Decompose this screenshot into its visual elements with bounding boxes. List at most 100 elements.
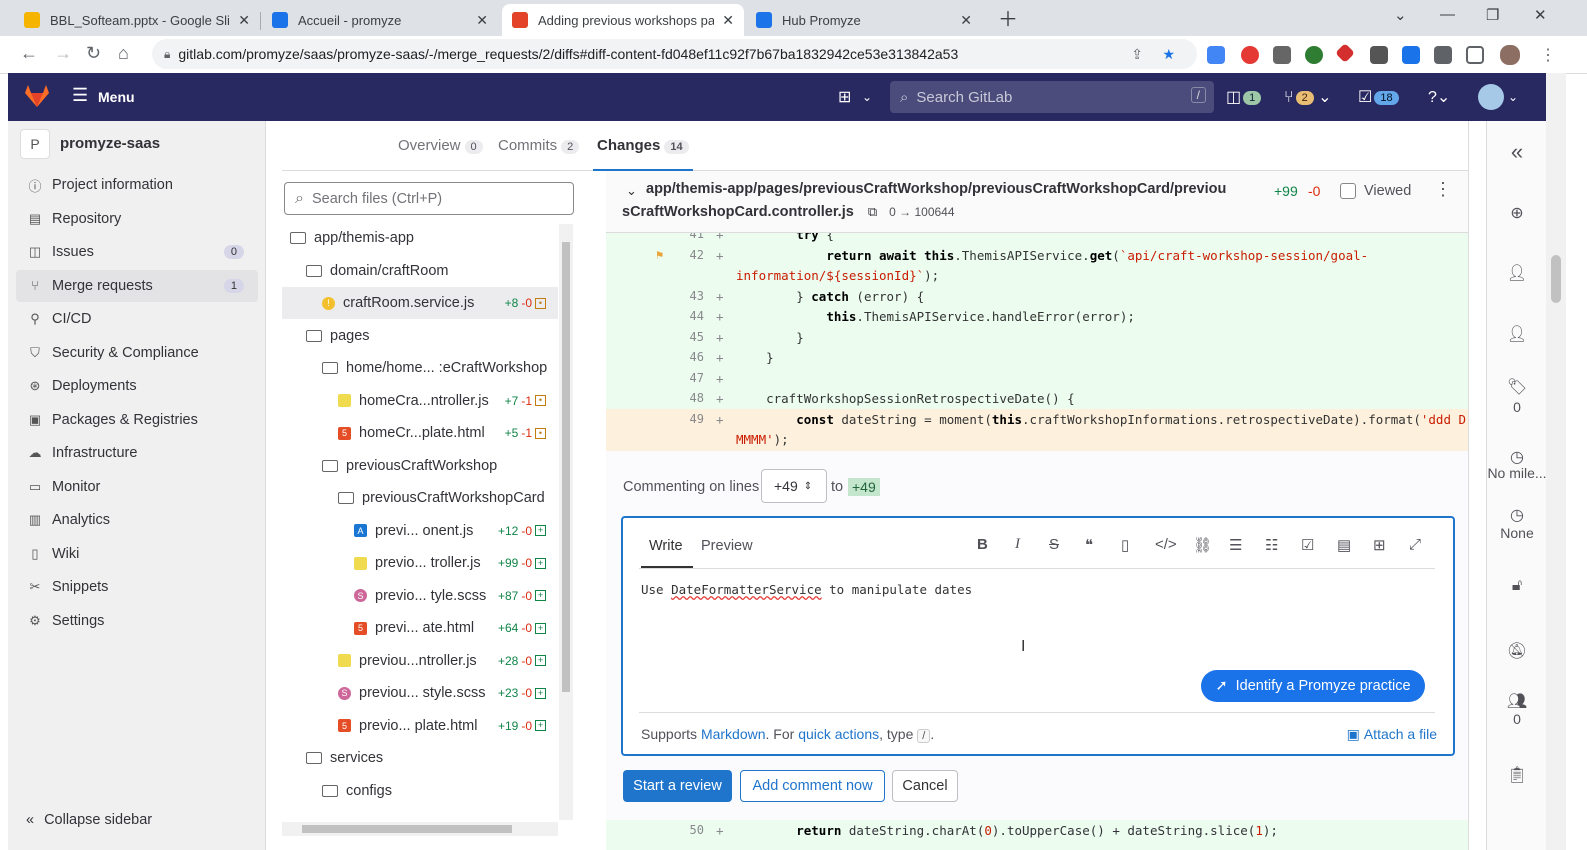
diff-file-path-cont[interactable]: sCraftWorkshopCard.controller.js ⧉ 0 → 1… [622,204,955,220]
maximize-icon[interactable]: ❐ [1486,6,1499,24]
comment-textarea[interactable]: Use DateFormatterService to manipulate d… [641,582,972,597]
todos-header-button[interactable]: ☑ 18 [1358,87,1399,107]
viewed-checkbox[interactable] [1340,183,1356,199]
file-tree-horizontal-scrollbar[interactable] [282,822,558,836]
chevron-down-icon[interactable]: ⌄ [626,183,637,199]
diff-file-path[interactable]: app/themis-app/pages/previousCraftWorksh… [646,181,1226,197]
quote-icon[interactable]: ❝ [1085,536,1093,554]
tab-search-chevron-icon[interactable]: ⌄ [1394,6,1407,24]
home-icon[interactable]: ⌂ [118,43,129,64]
sidebar-item-merge-requests[interactable]: ⑂ Merge requests 1 [16,269,258,302]
more-vertical-icon[interactable]: ⋮ [1434,179,1452,200]
labels-icon[interactable]: 🏷︎ [1487,377,1547,397]
todo-add-icon[interactable]: ⊕ [1487,203,1547,223]
tree-folder[interactable]: domain/craftRoom [282,255,558,287]
add-comment-now-button[interactable]: Add comment now [740,770,885,802]
sidebar-item-infrastructure[interactable]: ☁ Infrastructure [16,437,258,469]
back-icon[interactable]: ← [20,43,38,64]
sidebar-item-ci-cd[interactable]: ⚲ CI/CD [16,303,258,335]
tree-folder[interactable]: app/themis-app [282,222,558,254]
avatar[interactable] [1500,45,1520,65]
sidebar-item-project-information[interactable]: ⓘ Project information [16,169,258,201]
quick-actions-link[interactable]: quick actions [798,726,879,742]
bold-icon[interactable]: B [977,536,988,553]
sidebar-item-settings[interactable]: ⚙ Settings [16,605,258,637]
sidebar-item-security-compliance[interactable]: ⛉ Security & Compliance [16,337,258,369]
numbered-list-icon[interactable]: ☷ [1265,536,1278,554]
file-search-input[interactable]: ⌕ Search files (Ctrl+P) [284,182,574,215]
user-avatar[interactable] [1478,84,1504,110]
puzzle-extensions-icon[interactable] [1434,46,1452,64]
copy-reference-icon[interactable]: 📋︎ [1487,765,1547,785]
minimize-icon[interactable]: — [1440,6,1455,23]
reload-icon[interactable]: ↻ [86,43,101,64]
close-tab-icon[interactable]: ✕ [722,12,734,29]
collapse-sidebar-button[interactable]: « Collapse sidebar [26,812,152,828]
browser-tab-slides[interactable]: BBL_Softeam.pptx - Google Slide ✕ [14,4,260,36]
tab-changes[interactable]: Changes 14 [593,137,693,171]
tree-file[interactable]: previo... troller.js +99 -0 + [282,547,558,579]
identify-promyze-practice-button[interactable]: ➚ Identify a Promyze practice [1201,670,1425,702]
italic-icon[interactable]: I [1015,536,1020,553]
chevron-down-icon[interactable]: ⌄ [1508,90,1518,104]
code-file-icon[interactable]: ▯ [1121,536,1129,554]
sidebar-item-repository[interactable]: ▤ Repository [16,203,258,235]
promyze-marker-icon[interactable]: ⚑ [656,248,663,262]
line-number[interactable]: 45 [658,330,704,344]
tree-folder[interactable]: configs [282,775,558,807]
task-list-icon[interactable]: ☑ [1301,536,1314,554]
sidebar-item-monitor[interactable]: ▭ Monitor [16,471,258,503]
file-tree-scrollbar[interactable] [559,224,573,820]
sidebar-item-snippets[interactable]: ✂ Snippets [16,571,258,603]
line-number[interactable]: 44 [658,309,704,323]
browser-tab-hub[interactable]: Hub Promyze ✕ [746,4,982,36]
line-range-select[interactable]: +49 ⇕ [761,469,827,503]
attach-file-button[interactable]: ▣ Attach a file [1347,726,1437,743]
tree-folder[interactable]: pages [282,320,558,352]
menu-label[interactable]: Menu [98,89,135,105]
tree-file[interactable]: Sprevio... tyle.scss +87 -0 + [282,580,558,612]
tree-file[interactable]: 5 previ... ate.html +64 -0 + [282,612,558,644]
sidebar-item-wiki[interactable]: ▯ Wiki [16,538,258,570]
markdown-link[interactable]: Markdown [701,726,766,742]
new-tab-icon[interactable]: ＋ [998,3,1018,32]
create-new-icon[interactable]: ⊞ [838,87,851,107]
tree-folder[interactable]: home/home... :eCraftWorkshop [282,352,558,384]
page-scrollbar[interactable] [1546,73,1566,850]
sidebar-item-packages-registries[interactable]: ▣ Packages & Registries [16,404,258,436]
gitlab-logo-icon[interactable] [24,84,50,108]
link-icon[interactable]: ⛓ [1193,536,1212,554]
tree-file[interactable]: previou...ntroller.js +28 -0 + [282,645,558,677]
line-number[interactable]: 49 [658,412,704,426]
url-field[interactable]: 🔒︎ gitlab.com/promyze/saas/promyze-saas/… [152,39,1197,69]
tree-file[interactable]: ! craftRoom.service.js +8 -0 • [282,287,558,319]
promyze-extension-icon[interactable] [1402,46,1420,64]
line-number[interactable]: 48 [658,391,704,405]
tab-commits[interactable]: Commits 2 [498,137,580,154]
hamburger-icon[interactable]: ☰ [72,85,88,106]
notifications-off-icon[interactable]: 🔕︎ [1487,641,1547,661]
tree-folder[interactable]: previousCraftWorkshop [282,450,558,482]
merge-requests-header-button[interactable]: ⑂ 2 ⌄ [1284,87,1332,107]
more-vertical-icon[interactable]: ⋮ [1540,45,1556,65]
tree-file[interactable]: Aprevi... onent.js +12 -0 + [282,515,558,547]
side-panel-icon[interactable] [1466,46,1484,64]
sidebar-item-issues[interactable]: ◫ Issues 0 [16,236,258,268]
opera-extension-icon[interactable] [1241,46,1259,64]
line-number[interactable]: 41 [658,233,704,241]
issues-header-button[interactable]: ◫ 1 [1226,87,1262,107]
close-window-icon[interactable]: ✕ [1534,6,1547,24]
time-tracking-icon[interactable]: ◷ [1487,505,1547,525]
share-icon[interactable]: ⇪ [1131,46,1143,63]
extension-icon[interactable] [1370,46,1388,64]
project-avatar[interactable]: P [20,129,50,159]
copy-path-icon[interactable]: ⧉ [868,204,877,219]
translate-extension-icon[interactable] [1207,46,1225,64]
line-number[interactable]: 46 [658,350,704,364]
tree-file[interactable]: Spreviou... style.scss +23 -0 + [282,677,558,709]
tree-folder[interactable]: previousCraftWorkshopCard [282,482,558,514]
code-icon[interactable]: </> [1155,536,1177,553]
sidebar-item-deployments[interactable]: ⊛ Deployments [16,370,258,402]
line-number[interactable]: 47 [658,371,704,385]
close-tab-icon[interactable]: ✕ [960,12,972,29]
